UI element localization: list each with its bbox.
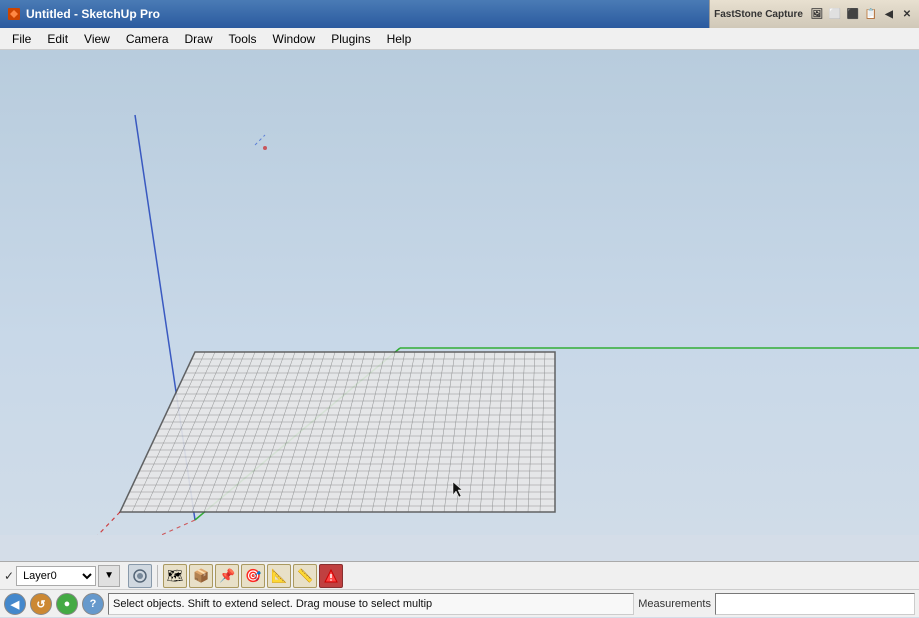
fs-icon-5[interactable]: ◀ bbox=[881, 6, 897, 22]
measurements-label: Measurements bbox=[638, 598, 711, 610]
app-icon bbox=[6, 6, 22, 22]
menu-item-help[interactable]: Help bbox=[379, 30, 420, 48]
toolbar-icon-4[interactable]: 🎯 bbox=[241, 564, 265, 588]
titlebar: Untitled - SketchUp Pro FastStone Captur… bbox=[0, 0, 919, 28]
viewport bbox=[0, 50, 919, 535]
toolbar-icon-1[interactable]: 🗺 bbox=[163, 564, 187, 588]
toolbar-icon-7[interactable] bbox=[319, 564, 343, 588]
measurements-input[interactable] bbox=[715, 593, 915, 615]
menu-item-view[interactable]: View bbox=[76, 30, 118, 48]
fs-icon-2[interactable]: ⬜ bbox=[827, 6, 843, 22]
fs-icon-1[interactable]: 🖼 bbox=[809, 6, 825, 22]
menu-item-edit[interactable]: Edit bbox=[39, 30, 76, 48]
fs-icon-4[interactable]: 📋 bbox=[863, 6, 879, 22]
faststone-bar: FastStone Capture 🖼 ⬜ ⬛ 📋 ◀ ✕ bbox=[709, 0, 919, 28]
toolbar-icon-3[interactable]: 📌 bbox=[215, 564, 239, 588]
toolbar-icon-2[interactable]: 📦 bbox=[189, 564, 213, 588]
status-row: ◀ ↺ ● ? Select objects. Shift to extend … bbox=[0, 590, 919, 618]
layer-check: ✓ bbox=[4, 569, 14, 583]
status-text: Select objects. Shift to extend select. … bbox=[108, 593, 634, 615]
layer-selector-group: ✓ Layer0 ▼ bbox=[4, 565, 120, 587]
toolbar-icon-6[interactable]: 📏 bbox=[293, 564, 317, 588]
menu-item-file[interactable]: File bbox=[4, 30, 39, 48]
toolbar-separator-1 bbox=[157, 565, 158, 587]
measurements-group: Measurements bbox=[638, 593, 915, 615]
statusbar-area: ✓ Layer0 ▼ 🗺 📦 📌 🎯 📐 📏 bbox=[0, 561, 919, 617]
scene-icon[interactable] bbox=[128, 564, 152, 588]
menubar: FileEditViewCameraDrawToolsWindowPlugins… bbox=[0, 28, 919, 50]
layer-dropdown-btn[interactable]: ▼ bbox=[98, 565, 120, 587]
fs-icon-3[interactable]: ⬛ bbox=[845, 6, 861, 22]
fs-icon-close[interactable]: ✕ bbox=[899, 6, 915, 22]
status-btn-help[interactable]: ? bbox=[82, 593, 104, 615]
status-btn-back[interactable]: ◀ bbox=[4, 593, 26, 615]
toolbar-row: ✓ Layer0 ▼ 🗺 📦 📌 🎯 📐 📏 bbox=[0, 562, 919, 590]
menu-item-tools[interactable]: Tools bbox=[221, 30, 265, 48]
toolbar-icon-5[interactable]: 📐 bbox=[267, 564, 291, 588]
menu-item-window[interactable]: Window bbox=[265, 30, 324, 48]
status-btn-record[interactable]: ● bbox=[56, 593, 78, 615]
faststone-label: FastStone Capture bbox=[714, 9, 803, 20]
menu-item-camera[interactable]: Camera bbox=[118, 30, 177, 48]
scene-svg bbox=[0, 50, 919, 535]
layer-select[interactable]: Layer0 bbox=[16, 566, 96, 586]
status-btn-refresh[interactable]: ↺ bbox=[30, 593, 52, 615]
menu-item-plugins[interactable]: Plugins bbox=[323, 30, 378, 48]
menu-item-draw[interactable]: Draw bbox=[177, 30, 221, 48]
